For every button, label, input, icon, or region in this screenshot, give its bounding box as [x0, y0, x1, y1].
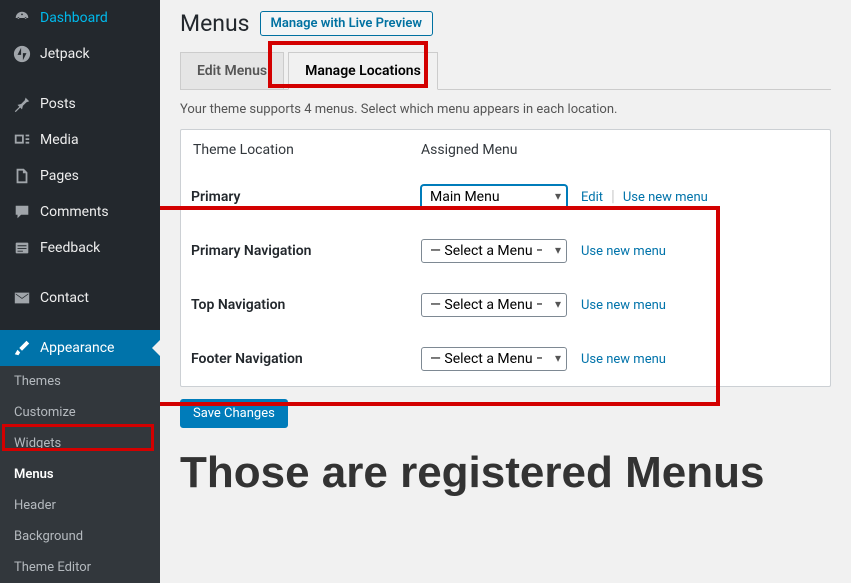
sidebar-label: Appearance: [40, 340, 114, 356]
page-title: Menus: [180, 10, 250, 37]
appearance-submenu: Themes Customize Widgets Menus Header Ba…: [0, 366, 160, 583]
sidebar-item-contact[interactable]: Contact: [0, 280, 160, 316]
comment-icon: [12, 202, 32, 222]
sidebar-label: Contact: [40, 290, 89, 306]
sidebar-label: Jetpack: [40, 46, 90, 62]
sidebar-label: Comments: [40, 204, 109, 220]
tab-manage-locations[interactable]: Manage Locations: [288, 52, 438, 90]
sidebar-label: Pages: [40, 168, 79, 184]
submenu-themes[interactable]: Themes: [0, 366, 160, 397]
mail-icon: [12, 288, 32, 308]
save-changes-button[interactable]: Save Changes: [180, 399, 288, 428]
pin-icon: [12, 94, 32, 114]
sidebar-item-dashboard[interactable]: Dashboard: [0, 0, 160, 36]
sidebar-item-appearance[interactable]: Appearance: [0, 330, 160, 366]
location-row-primary: Primary Main Menu Edit | Use new menu: [181, 170, 830, 224]
submenu-header[interactable]: Header: [0, 490, 160, 521]
menu-select-top-nav[interactable]: — Select a Menu —: [421, 293, 567, 317]
submenu-background[interactable]: Background: [0, 521, 160, 552]
location-row-footer-nav: Footer Navigation — Select a Menu — Use …: [181, 332, 830, 386]
annotation-caption: Those are registered Menus: [180, 448, 831, 498]
sidebar-label: Feedback: [40, 240, 100, 256]
sidebar-item-media[interactable]: Media: [0, 122, 160, 158]
location-name: Primary Navigation: [191, 243, 421, 259]
sidebar-label: Dashboard: [40, 10, 108, 26]
dashboard-icon: [12, 8, 32, 28]
sidebar-label: Media: [40, 132, 79, 148]
jetpack-icon: [12, 44, 32, 64]
sidebar-item-comments[interactable]: Comments: [0, 194, 160, 230]
tab-edit-menus[interactable]: Edit Menus: [180, 52, 284, 89]
use-new-menu-link[interactable]: Use new menu: [623, 190, 708, 205]
live-preview-button[interactable]: Manage with Live Preview: [260, 11, 433, 36]
location-row-primary-nav: Primary Navigation — Select a Menu — Use…: [181, 224, 830, 278]
location-name: Top Navigation: [191, 297, 421, 313]
description-text: Your theme supports 4 menus. Select whic…: [180, 102, 831, 117]
edit-link[interactable]: Edit: [581, 190, 603, 205]
col-assigned-menu: Assigned Menu: [421, 142, 820, 158]
menu-select-footer-nav[interactable]: — Select a Menu —: [421, 347, 567, 371]
submenu-theme-editor[interactable]: Theme Editor: [0, 552, 160, 583]
locations-table: Theme Location Assigned Menu Primary Mai…: [180, 129, 831, 387]
brush-icon: [12, 338, 32, 358]
use-new-menu-link[interactable]: Use new menu: [581, 244, 666, 259]
location-name: Primary: [191, 189, 421, 205]
submenu-widgets[interactable]: Widgets: [0, 428, 160, 459]
col-theme-location: Theme Location: [191, 142, 421, 158]
submenu-menus[interactable]: Menus: [0, 459, 160, 490]
menu-select-primary-nav[interactable]: — Select a Menu —: [421, 239, 567, 263]
admin-sidebar: Dashboard Jetpack Posts Media Pages Comm…: [0, 0, 160, 535]
submenu-customize[interactable]: Customize: [0, 397, 160, 428]
main-content: Menus Manage with Live Preview Edit Menu…: [160, 0, 851, 535]
sidebar-label: Posts: [40, 96, 76, 112]
sidebar-item-pages[interactable]: Pages: [0, 158, 160, 194]
tabs: Edit Menus Manage Locations: [180, 52, 831, 90]
media-icon: [12, 130, 32, 150]
sidebar-item-feedback[interactable]: Feedback: [0, 230, 160, 266]
page-icon: [12, 166, 32, 186]
menu-select-primary[interactable]: Main Menu: [421, 185, 567, 209]
use-new-menu-link[interactable]: Use new menu: [581, 352, 666, 367]
location-name: Footer Navigation: [191, 351, 421, 367]
location-row-top-nav: Top Navigation — Select a Menu — Use new…: [181, 278, 830, 332]
feedback-icon: [12, 238, 32, 258]
sidebar-item-jetpack[interactable]: Jetpack: [0, 36, 160, 72]
sidebar-item-posts[interactable]: Posts: [0, 86, 160, 122]
use-new-menu-link[interactable]: Use new menu: [581, 298, 666, 313]
